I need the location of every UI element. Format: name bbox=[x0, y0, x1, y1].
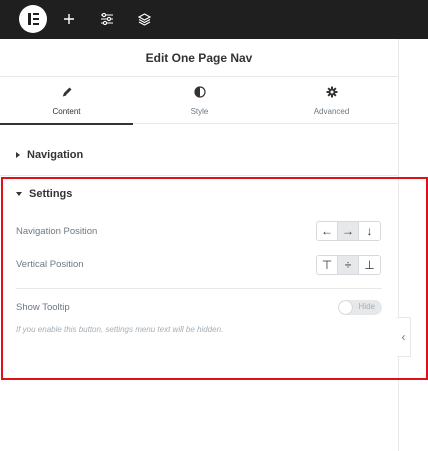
tab-label: Content bbox=[52, 107, 81, 116]
toggle-knob bbox=[339, 301, 352, 314]
tab-content[interactable]: Content bbox=[0, 77, 133, 125]
panel-title: Edit One Page Nav bbox=[0, 39, 398, 77]
toggle-text: Hide bbox=[358, 302, 375, 311]
navigation-position-control: ← → ↓ bbox=[316, 221, 381, 241]
section-divider bbox=[0, 175, 398, 176]
pencil-icon bbox=[0, 86, 133, 100]
vertical-position-label: Vertical Position bbox=[16, 259, 84, 270]
tab-label: Advanced bbox=[313, 107, 350, 116]
nav-position-left-button[interactable]: ← bbox=[317, 222, 338, 240]
plus-icon[interactable] bbox=[58, 8, 80, 30]
gear-icon bbox=[265, 86, 398, 100]
nav-position-right-button[interactable]: → bbox=[338, 222, 359, 240]
field-divider bbox=[16, 288, 382, 289]
editor-panel: Edit One Page Nav Content Style Advanced… bbox=[0, 39, 398, 451]
layers-icon[interactable] bbox=[133, 8, 155, 30]
show-tooltip-toggle[interactable]: Hide bbox=[338, 300, 382, 315]
vertical-bottom-button[interactable]: ⊥ bbox=[359, 256, 380, 274]
top-toolbar bbox=[0, 0, 428, 39]
show-tooltip-label: Show Tooltip bbox=[16, 302, 70, 313]
sliders-icon[interactable] bbox=[96, 8, 118, 30]
tab-style[interactable]: Style bbox=[133, 77, 266, 124]
vertical-position-control: ⊤ ÷ ⊥ bbox=[316, 255, 381, 275]
caret-right-icon bbox=[16, 152, 20, 158]
show-tooltip-help: If you enable this button, settings menu… bbox=[16, 325, 224, 334]
panel-tabs: Content Style Advanced bbox=[0, 77, 398, 125]
section-navigation[interactable]: Navigation bbox=[16, 149, 83, 161]
tab-label: Style bbox=[190, 107, 209, 116]
nav-position-bottom-button[interactable]: ↓ bbox=[359, 222, 380, 240]
navigation-position-label: Navigation Position bbox=[16, 226, 98, 237]
elementor-logo-icon[interactable] bbox=[19, 5, 47, 33]
panel-edge bbox=[398, 39, 399, 451]
section-label: Navigation bbox=[27, 149, 84, 161]
section-settings[interactable]: Settings bbox=[16, 188, 72, 200]
vertical-middle-button[interactable]: ÷ bbox=[338, 256, 359, 274]
vertical-top-button[interactable]: ⊤ bbox=[317, 256, 338, 274]
chevron-left-icon: ‹ bbox=[401, 330, 406, 344]
tab-advanced[interactable]: Advanced bbox=[265, 77, 398, 124]
section-label: Settings bbox=[29, 188, 73, 200]
caret-down-icon bbox=[16, 192, 22, 196]
half-circle-icon bbox=[133, 86, 266, 100]
collapse-panel-button[interactable]: ‹ bbox=[397, 317, 411, 357]
